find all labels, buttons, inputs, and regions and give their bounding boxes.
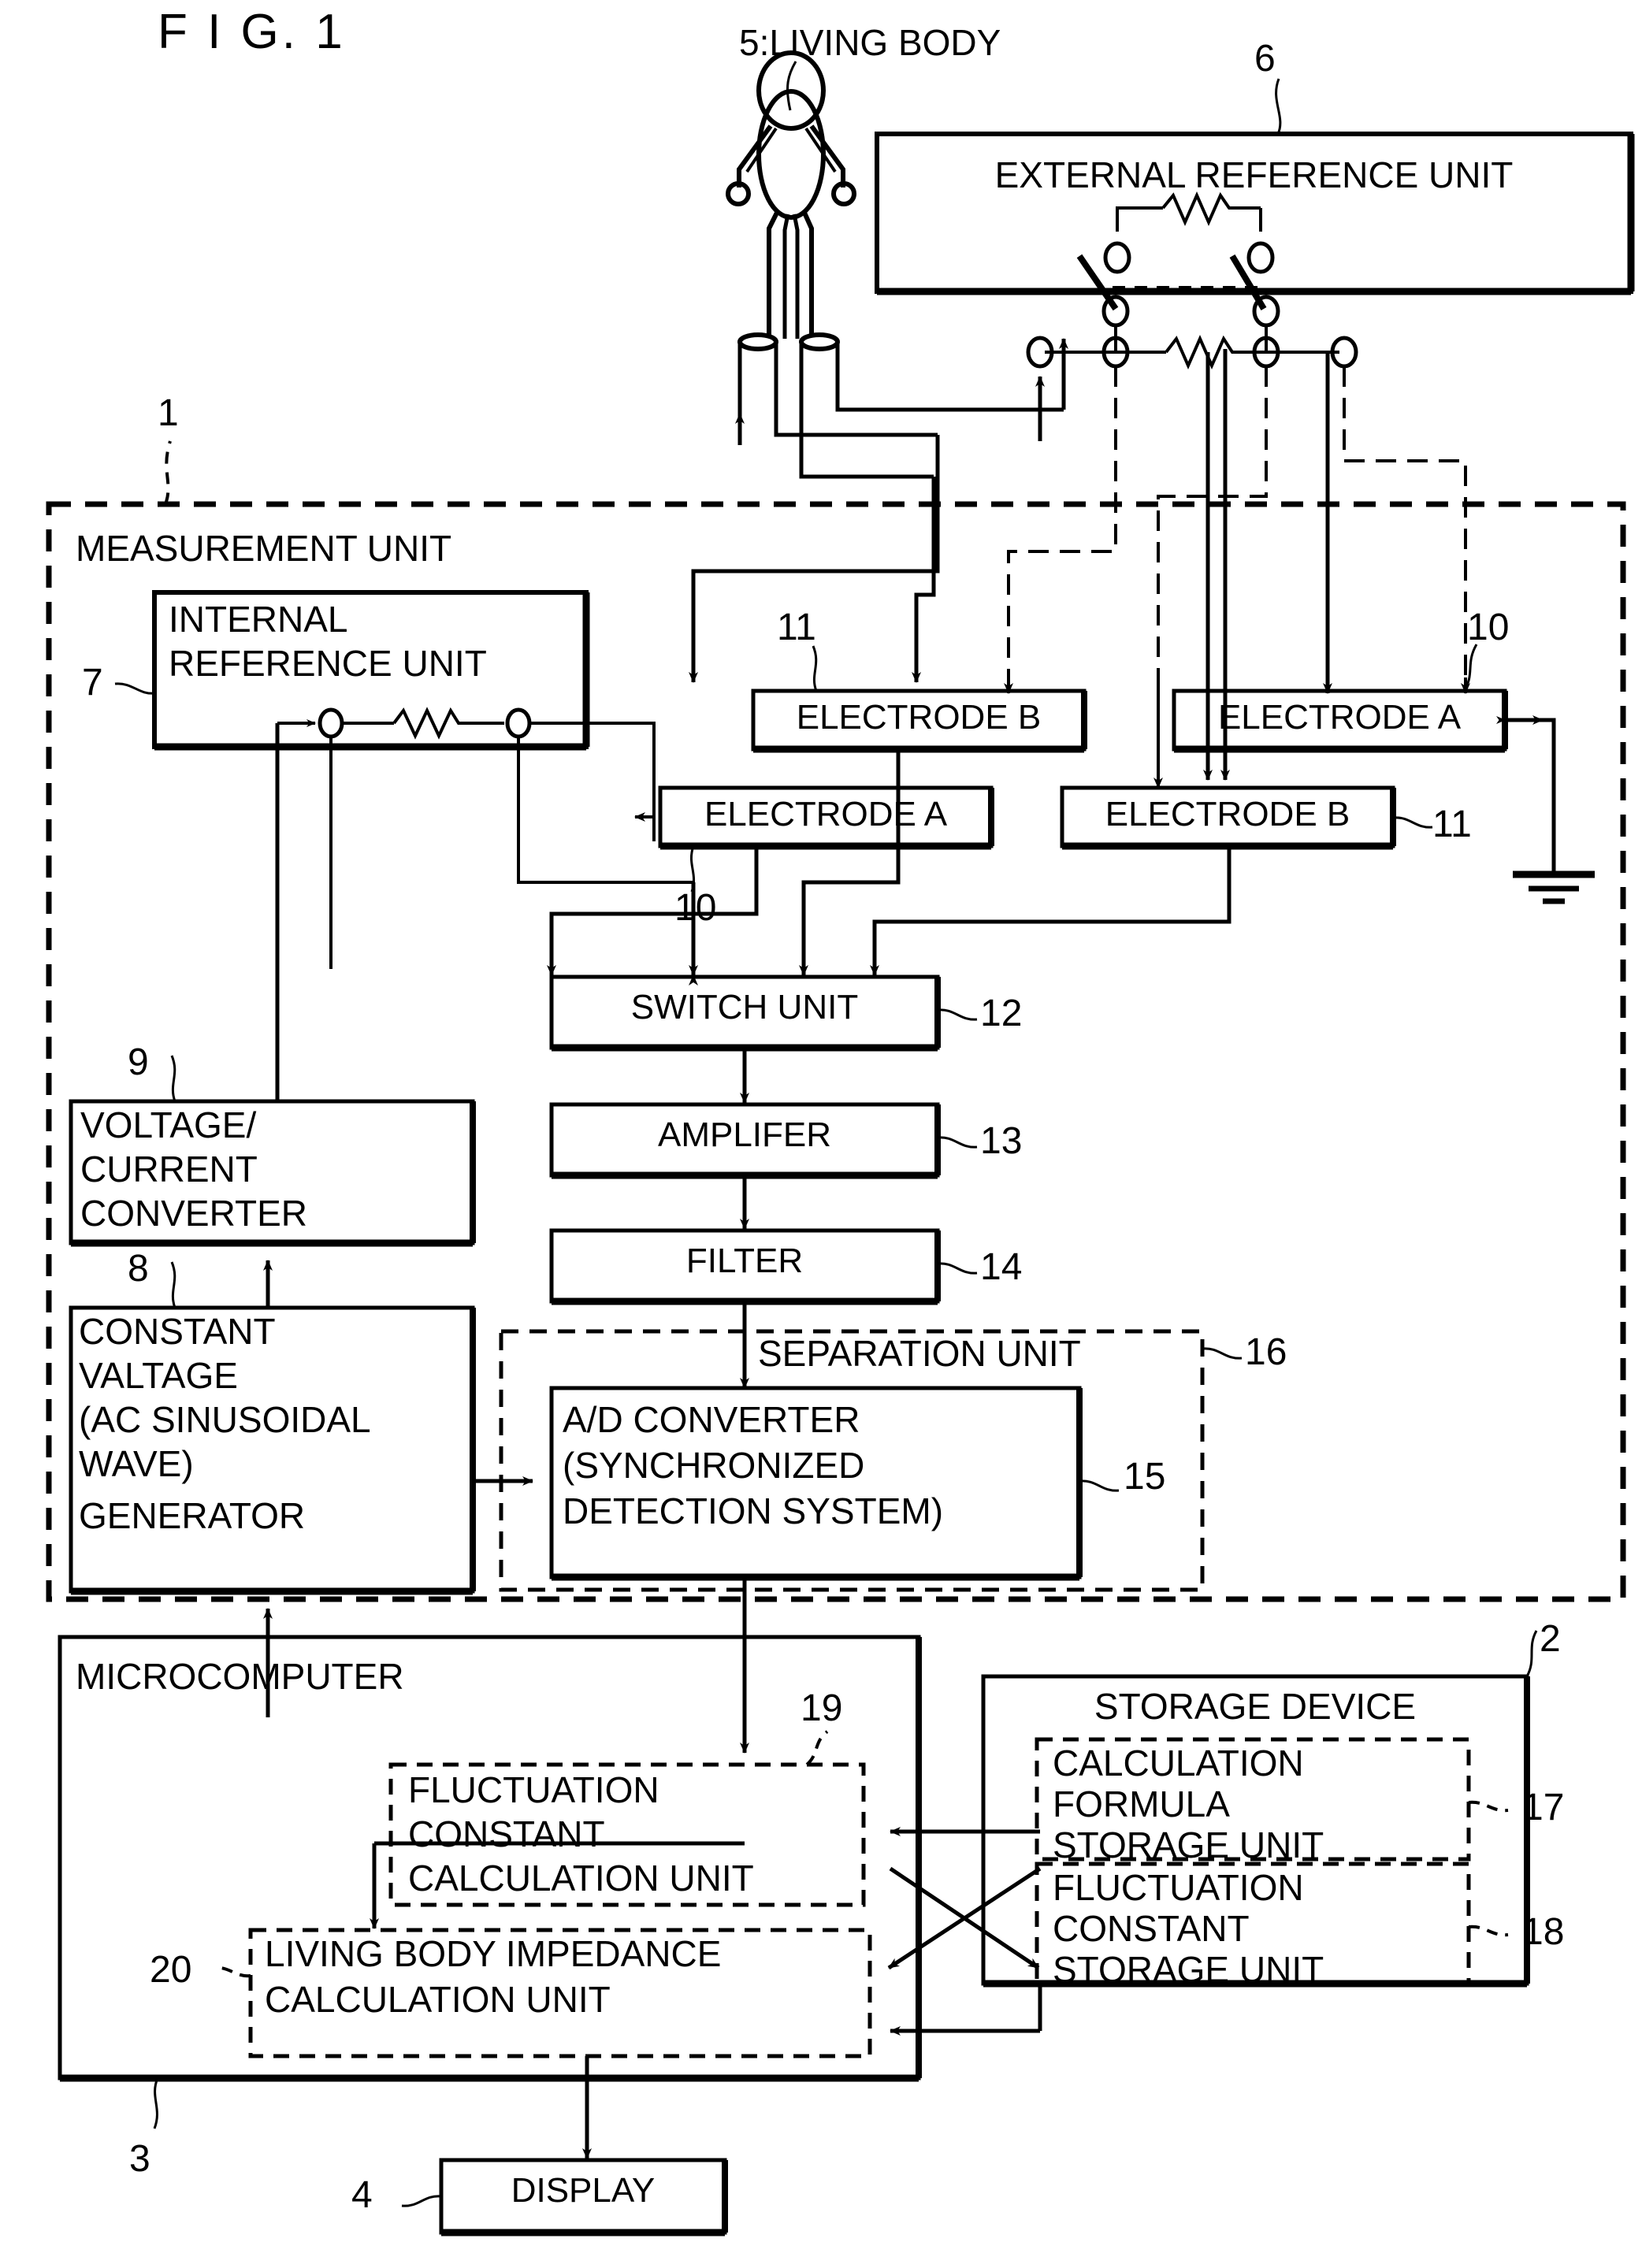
ref-numeral-10-top: 10 (1467, 607, 1510, 648)
microcomputer-label: MICROCOMPUTER (76, 1656, 404, 1697)
electrode-b-top: ELECTRODE B (796, 698, 1042, 737)
ref-numeral-10-mid: 10 (674, 887, 717, 929)
filter-label: FILTER (685, 1242, 804, 1280)
electrode-b-mid: ELECTRODE B (1105, 795, 1350, 833)
calculation-formula-storage-line1: CALCULATION (1053, 1743, 1304, 1784)
patent-figure-canvas: F I G. 1 5:LIVING BODY 6 EXTERNAL REFERE… (0, 0, 1642, 2268)
ref-numeral-19: 19 (801, 1687, 843, 1729)
ref-numeral-14: 14 (980, 1246, 1023, 1288)
ref-numeral-1: 1 (158, 392, 179, 434)
constant-voltage-generator-line4: WAVE) (79, 1443, 194, 1484)
switch-unit-label: SWITCH UNIT (630, 988, 859, 1026)
ref-numeral-15: 15 (1124, 1456, 1166, 1498)
measurement-unit-label: MEASUREMENT UNIT (76, 528, 452, 569)
ref-numeral-8: 8 (128, 1248, 149, 1290)
internal-reference-unit-label-line2: REFERENCE UNIT (169, 643, 487, 684)
constant-voltage-generator-line1: CONSTANT (79, 1311, 276, 1352)
ad-converter-line2: (SYNCHRONIZED (563, 1445, 865, 1486)
ad-converter-line3: DETECTION SYSTEM) (563, 1490, 944, 1531)
voltage-current-converter-line1: VOLTAGE/ (80, 1104, 257, 1145)
ref-numeral-2: 2 (1540, 1618, 1561, 1660)
figure-title: F I G. 1 (158, 5, 346, 59)
voltage-current-converter-line3: CONVERTER (80, 1193, 307, 1234)
calculation-formula-storage-line2: FORMULA (1053, 1784, 1230, 1824)
storage-device-label: STORAGE DEVICE (1094, 1686, 1417, 1727)
separation-unit-label: SEPARATION UNIT (758, 1333, 1081, 1374)
ref-numeral-12: 12 (980, 993, 1023, 1034)
ref-numeral-3: 3 (129, 2138, 150, 2180)
fluctuation-constant-calc-line2: CONSTANT (408, 1813, 605, 1854)
fluctuation-constant-calc-line3: CALCULATION UNIT (408, 1858, 754, 1899)
living-body-impedance-calc-line2: CALCULATION UNIT (265, 1979, 611, 2020)
ref-numeral-11-top: 11 (777, 607, 816, 648)
ref-numeral-7: 7 (82, 662, 103, 703)
display-label: DISPLAY (511, 2171, 656, 2210)
ref-numeral-20: 20 (150, 1949, 192, 1991)
amplifier-label: AMPLIFER (657, 1115, 832, 1154)
ref-numeral-4: 4 (351, 2174, 373, 2216)
ref-numeral-11-mid: 11 (1432, 804, 1472, 845)
ref-numeral-9: 9 (128, 1041, 149, 1083)
ref-numeral-17: 17 (1522, 1787, 1565, 1828)
living-body-impedance-calc-line1: LIVING BODY IMPEDANCE (265, 1933, 722, 1974)
external-reference-unit-label: EXTERNAL REFERENCE UNIT (994, 154, 1514, 195)
ref-numeral-18: 18 (1522, 1911, 1565, 1953)
constant-voltage-generator-line3: (AC SINUSOIDAL (79, 1399, 371, 1440)
fluctuation-constant-calc-line1: FLUCTUATION (408, 1769, 659, 1810)
constant-voltage-generator-line2: VALTAGE (79, 1355, 238, 1396)
constant-voltage-generator-line5: GENERATOR (79, 1495, 306, 1536)
ref-numeral-16: 16 (1245, 1331, 1287, 1373)
calculation-formula-storage-line3: STORAGE UNIT (1053, 1824, 1324, 1865)
ref-numeral-6: 6 (1254, 38, 1276, 80)
fluctuation-constant-storage-line1: FLUCTUATION (1053, 1867, 1304, 1908)
internal-reference-unit-label-line1: INTERNAL (169, 599, 348, 640)
voltage-current-converter-line2: CURRENT (80, 1149, 258, 1190)
living-body-label: 5:LIVING BODY (739, 22, 1001, 63)
fluctuation-constant-storage-line3: STORAGE UNIT (1053, 1949, 1324, 1990)
ref-numeral-13: 13 (980, 1120, 1023, 1162)
electrode-a-top: ELECTRODE A (1217, 698, 1462, 737)
fluctuation-constant-storage-line2: CONSTANT (1053, 1908, 1250, 1949)
ad-converter-line1: A/D CONVERTER (563, 1399, 860, 1440)
electrode-a-mid: ELECTRODE A (704, 795, 948, 833)
